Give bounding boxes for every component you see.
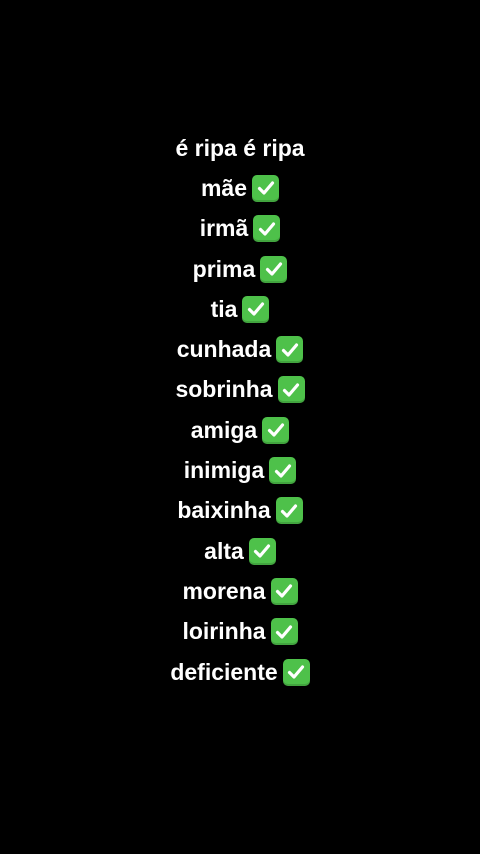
check-mark-icon — [262, 416, 290, 444]
list-item-label: prima — [192, 255, 256, 282]
caption-list: é ripa é ripa mãe irmã prima tia cunhada… — [0, 128, 480, 692]
check-mark-icon — [269, 457, 297, 485]
list-item: mãe — [200, 168, 280, 208]
list-item: sobrinha — [175, 370, 305, 410]
list-item-label: irmã — [199, 215, 249, 242]
list-item: deficiente — [170, 652, 310, 692]
list-item-label: tia — [210, 295, 238, 322]
list-item-label: baixinha — [177, 497, 271, 524]
check-mark-icon — [275, 497, 303, 525]
check-mark-icon — [242, 295, 270, 323]
list-item-label: inimiga — [183, 457, 265, 484]
list-item-label: amiga — [190, 416, 258, 443]
check-mark-icon — [270, 618, 298, 646]
list-item: alta — [204, 531, 276, 571]
check-mark-icon — [260, 255, 288, 283]
list-item-label: deficiente — [170, 658, 278, 685]
list-item: prima — [193, 249, 288, 289]
list-item-label: cunhada — [176, 336, 272, 363]
check-mark-icon — [252, 174, 280, 202]
check-mark-icon — [270, 577, 298, 605]
check-mark-icon — [277, 376, 305, 404]
check-mark-icon — [276, 336, 304, 364]
list-item-label: alta — [204, 537, 244, 564]
list-item-label: mãe — [200, 174, 248, 201]
check-mark-icon — [282, 658, 310, 686]
caption-title: é ripa é ripa — [175, 134, 305, 161]
check-mark-icon — [248, 537, 276, 565]
list-item: irmã — [200, 209, 281, 249]
list-item: morena — [182, 571, 298, 611]
list-item-label: loirinha — [182, 618, 266, 645]
list-item-label: morena — [182, 577, 266, 604]
check-mark-icon — [253, 215, 281, 243]
list-item: inimiga — [184, 450, 297, 490]
list-item: tia — [211, 289, 270, 329]
list-item-label: sobrinha — [175, 376, 273, 403]
list-item: loirinha — [182, 612, 298, 652]
list-item: baixinha — [177, 491, 303, 531]
list-item: cunhada — [177, 329, 304, 369]
list-item: amiga — [190, 410, 290, 450]
